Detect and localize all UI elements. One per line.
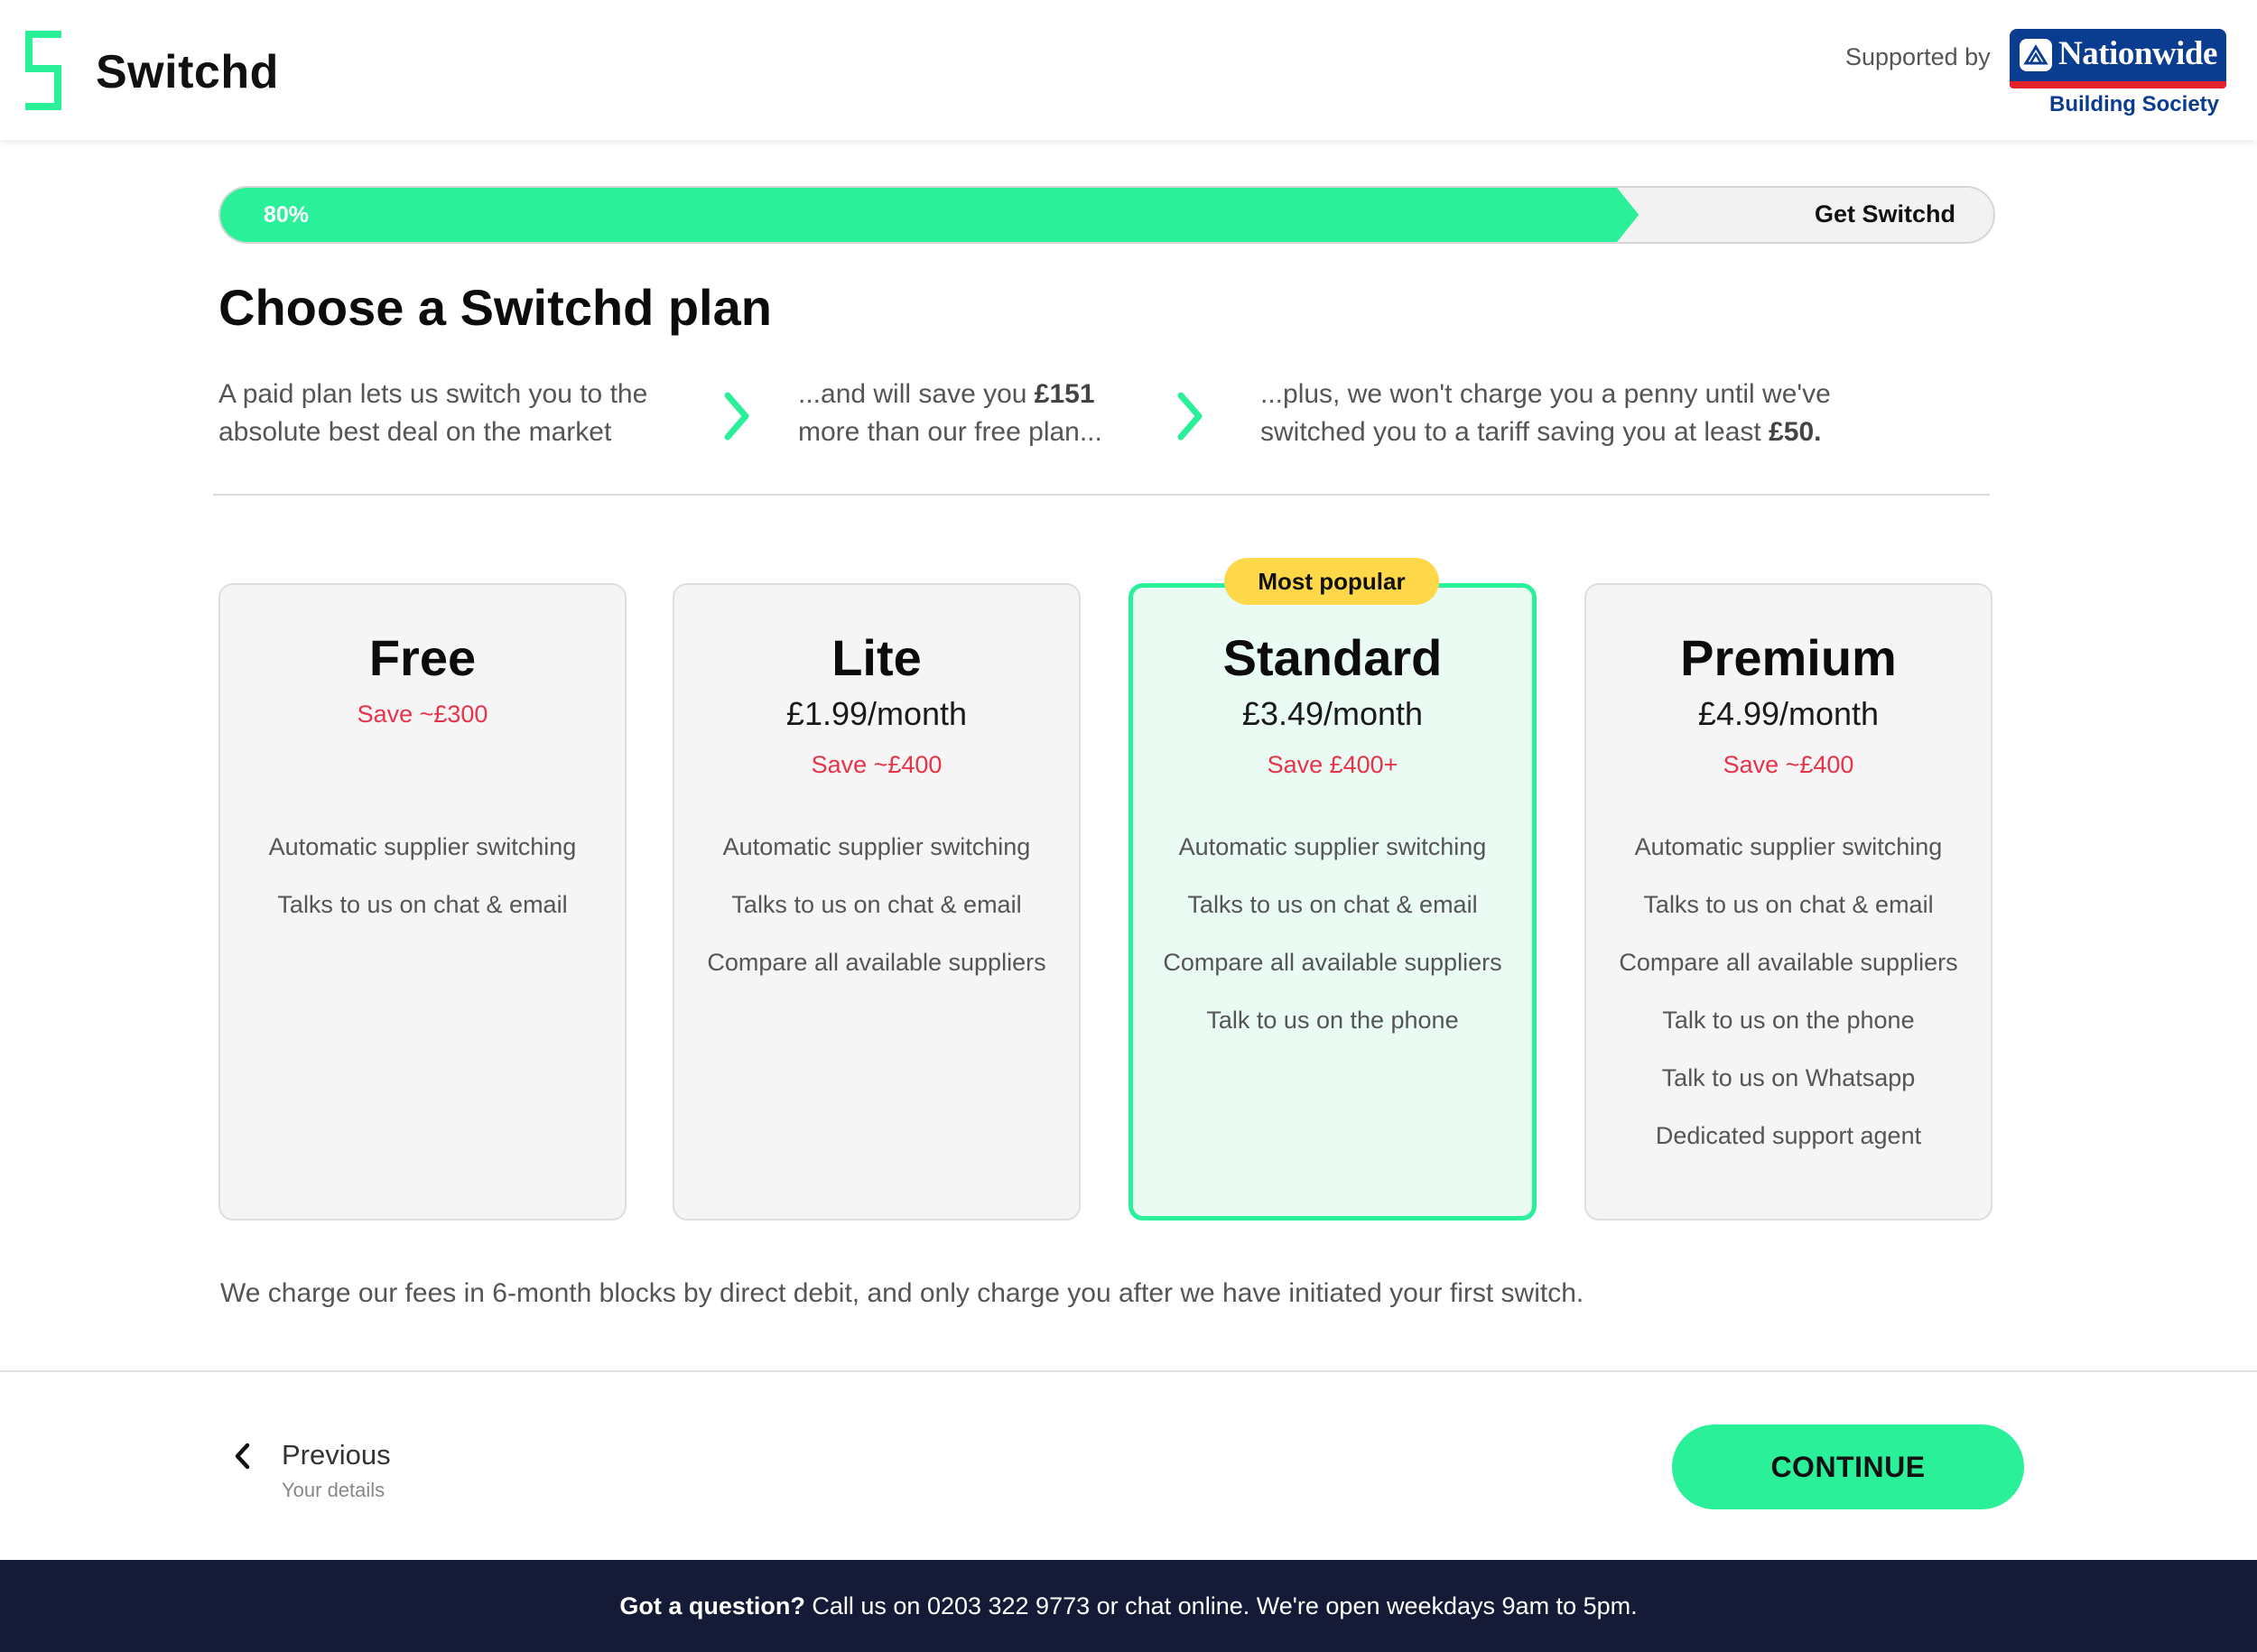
chevron-right-icon — [1177, 392, 1203, 441]
intro-step-2-line-2: more than our free plan... — [798, 417, 1102, 447]
plan-feature: Automatic supplier switching — [1178, 833, 1487, 860]
progress-percentage: 80% — [264, 202, 310, 227]
billing-note: We charge our fees in 6-month blocks by … — [220, 1278, 1584, 1308]
plan-price: £3.49/month — [1241, 695, 1424, 732]
supported-by-label: Supported by — [1845, 43, 1991, 70]
intro-step-1: A paid plan lets us switch you to the ab… — [218, 376, 647, 451]
plan-savings: Save £400+ — [1267, 751, 1398, 778]
section-divider — [213, 494, 1990, 496]
chevron-right-icon — [724, 392, 749, 441]
nationwide-logo: Nationwide Building Society — [2010, 29, 2226, 117]
partner-name: Nationwide — [2058, 35, 2217, 72]
plan-price: £1.99/month — [785, 695, 968, 732]
help-footer: Got a question? Call us on 0203 322 9773… — [0, 1560, 2257, 1652]
plan-features: Automatic supplier switching Talks to us… — [1133, 832, 1532, 1063]
chevron-left-icon — [235, 1443, 250, 1470]
plan-feature: Talks to us on chat & email — [731, 891, 1022, 918]
intro-step-2-amount: £151 — [1034, 379, 1095, 409]
continue-button[interactable]: CONTINUE — [1672, 1425, 2024, 1509]
page-title: Choose a Switchd plan — [218, 279, 772, 336]
plan-card-premium[interactable]: Premium £4.99/month Save ~£400 Automatic… — [1584, 583, 1992, 1220]
plan-feature: Automatic supplier switching — [722, 833, 1031, 860]
previous-step-name: Your details — [282, 1479, 385, 1501]
plan-feature: Talk to us on the phone — [1206, 1007, 1459, 1034]
progress-fill — [220, 188, 1639, 242]
brand-name[interactable]: Switchd — [96, 45, 279, 99]
plan-card-standard[interactable]: Standard £3.49/month Save £400+ Automati… — [1128, 583, 1537, 1220]
plan-features: Automatic supplier switching Talks to us… — [1586, 832, 1991, 1179]
nav-divider — [0, 1370, 2257, 1372]
intro-step-3: ...plus, we won't charge you a penny unt… — [1260, 376, 1831, 451]
switchd-logo-icon[interactable] — [22, 29, 65, 112]
plan-name: Standard — [1222, 629, 1443, 686]
plan-feature: Talks to us on chat & email — [277, 891, 568, 918]
plan-name: Lite — [831, 629, 922, 686]
plan-price: £4.99/month — [1697, 695, 1880, 732]
plan-feature: Compare all available suppliers — [1163, 949, 1502, 976]
plan-name: Premium — [1680, 629, 1897, 686]
intro-step-1-line-1: A paid plan lets us switch you to the — [218, 379, 648, 409]
help-footer-heading: Got a question? — [619, 1592, 805, 1620]
plan-card-free[interactable]: Free Save ~£300 Automatic supplier switc… — [218, 583, 627, 1220]
progress-bar: 80% Get Switchd — [218, 186, 1995, 244]
plan-features: Automatic supplier switching Talks to us… — [674, 832, 1079, 1006]
plan-feature: Dedicated support agent — [1655, 1122, 1922, 1149]
previous-label: Previous — [282, 1439, 391, 1471]
plan-savings: Save ~£300 — [357, 701, 488, 728]
help-footer-text: Call us on 0203 322 9773 or chat online.… — [804, 1592, 1638, 1620]
nationwide-mark-icon — [2020, 39, 2052, 71]
most-popular-badge: Most popular — [1224, 558, 1439, 605]
partner-subtitle: Building Society — [2048, 92, 2219, 116]
intro-step-2: ...and will save you £151 more than our … — [798, 376, 1102, 451]
plan-feature: Compare all available suppliers — [707, 949, 1046, 976]
plan-feature: Talk to us on Whatsapp — [1661, 1064, 1916, 1091]
plan-card-lite[interactable]: Lite £1.99/month Save ~£400 Automatic su… — [673, 583, 1081, 1220]
intro-step-3-amount: £50. — [1769, 417, 1822, 447]
intro-step-3-line-1: ...plus, we won't charge you a penny unt… — [1260, 379, 1831, 409]
intro-step-3-text: switched you to a tariff saving you at l… — [1260, 417, 1769, 447]
plan-feature: Talks to us on chat & email — [1187, 891, 1478, 918]
plan-name: Free — [368, 629, 477, 686]
plan-feature: Automatic supplier switching — [1634, 833, 1943, 860]
plan-feature: Talk to us on the phone — [1662, 1007, 1915, 1034]
plan-features: Automatic supplier switching Talks to us… — [220, 832, 625, 948]
plan-savings: Save ~£400 — [811, 751, 943, 778]
intro-step-2-text: ...and will save you — [798, 379, 1035, 409]
plan-feature: Talks to us on chat & email — [1643, 891, 1934, 918]
progress-end-label: Get Switchd — [1814, 200, 1955, 227]
plan-feature: Automatic supplier switching — [268, 833, 577, 860]
plan-savings: Save ~£400 — [1723, 751, 1854, 778]
intro-step-1-line-2: absolute best deal on the market — [218, 417, 612, 447]
site-header: Switchd Supported by Nationwide Building… — [0, 0, 2257, 140]
plan-feature: Compare all available suppliers — [1619, 949, 1958, 976]
previous-button[interactable]: Previous Your details — [226, 1435, 424, 1501]
